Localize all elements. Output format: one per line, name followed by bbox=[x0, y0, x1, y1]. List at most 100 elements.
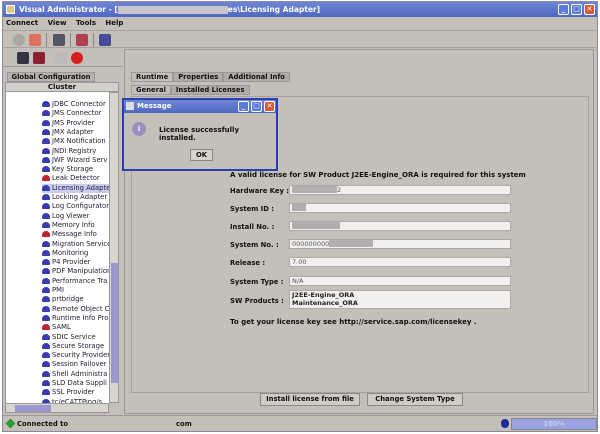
message-dialog: Message _ □ ✕ i License successfully ins… bbox=[122, 98, 278, 171]
tree-item[interactable]: JMX Adapter bbox=[42, 128, 94, 137]
run-icon[interactable] bbox=[55, 52, 67, 64]
tree-item-label: JMS Provider bbox=[52, 118, 95, 127]
tree-item[interactable]: Licensing Adapter bbox=[42, 183, 109, 193]
service-icon bbox=[42, 166, 50, 173]
system-id-field[interactable] bbox=[289, 203, 511, 213]
tree-item[interactable]: Leak Detector bbox=[42, 174, 100, 183]
tab-general[interactable]: General bbox=[131, 85, 171, 95]
tree-item[interactable]: Runtime Info Pro bbox=[42, 314, 108, 323]
service-icon bbox=[42, 342, 50, 349]
tree-item-label: JNDI Registry bbox=[52, 146, 97, 155]
menu-tools[interactable]: Tools bbox=[76, 19, 96, 27]
tab-runtime[interactable]: Runtime bbox=[131, 72, 174, 82]
tree-view2-icon[interactable] bbox=[33, 52, 45, 64]
menu-connect[interactable]: Connect bbox=[6, 19, 38, 27]
tree-item[interactable]: Remote Object C bbox=[42, 305, 109, 314]
tree-item[interactable]: JMS Connector bbox=[42, 109, 101, 118]
dialog-minimize-button[interactable]: _ bbox=[238, 101, 249, 112]
tree-item[interactable]: Performance Tra bbox=[42, 277, 107, 286]
sw-products-list[interactable]: J2EE-Engine_ORA Maintenance_ORA bbox=[289, 290, 511, 309]
service-icon bbox=[42, 314, 50, 321]
tree-item-label: Migration Service bbox=[52, 239, 109, 248]
tree-item[interactable]: SLD Data Suppli bbox=[42, 379, 107, 388]
title-bar: Visual Administrator - [es\Licensing Ada… bbox=[3, 2, 597, 17]
tree-item-label: Leak Detector bbox=[52, 174, 100, 183]
tree-item[interactable]: SAML bbox=[42, 323, 71, 332]
tree-item[interactable]: Locking Adapter bbox=[42, 193, 107, 202]
service-icon bbox=[42, 184, 50, 191]
tree-item[interactable]: Log Viewer bbox=[42, 212, 89, 221]
tree-horizontal-scrollbar[interactable] bbox=[5, 403, 109, 413]
service-icon bbox=[42, 389, 50, 396]
service-icon bbox=[42, 268, 50, 275]
tab-properties[interactable]: Properties bbox=[173, 72, 224, 82]
tree-item-label: SSL Provider bbox=[52, 388, 95, 397]
tree-item[interactable]: SSL Provider bbox=[42, 388, 95, 397]
service-icon bbox=[42, 138, 50, 145]
tree-vertical-scrollbar[interactable] bbox=[109, 92, 119, 403]
progress-bar: 100% bbox=[511, 418, 597, 430]
tree-item[interactable]: PDF Manipulation bbox=[42, 267, 109, 276]
tree-item[interactable]: JWF Wizard Serv bbox=[42, 156, 107, 165]
hardware-key-field[interactable]: 2 bbox=[289, 185, 511, 195]
tree-item[interactable]: Log Configurator bbox=[42, 202, 109, 211]
tree-item[interactable]: Message Info bbox=[42, 230, 97, 239]
tree-item-label: Remote Object C bbox=[52, 304, 109, 313]
book-icon[interactable] bbox=[99, 34, 111, 46]
tree-item[interactable]: Security Provider bbox=[42, 351, 109, 360]
connect-icon[interactable] bbox=[13, 34, 25, 46]
tree-item[interactable]: Migration Service bbox=[42, 240, 109, 249]
tree-item-label: P4 Provider bbox=[52, 258, 91, 267]
tree-item[interactable]: JMS Provider bbox=[42, 119, 94, 128]
tree-item[interactable]: Monitoring bbox=[42, 249, 88, 258]
tree-item[interactable]: JMX Notification bbox=[42, 137, 106, 146]
maximize-button[interactable]: □ bbox=[571, 4, 582, 15]
ok-button[interactable]: OK bbox=[190, 149, 213, 161]
service-icon bbox=[42, 175, 50, 182]
service-icon bbox=[42, 333, 50, 340]
service-icon bbox=[42, 240, 50, 247]
redacted-path bbox=[117, 6, 228, 14]
tree-item[interactable]: SDIC Service bbox=[42, 333, 96, 342]
main-window: Visual Administrator - [es\Licensing Ada… bbox=[2, 1, 598, 432]
tree-item[interactable]: P4 Provider bbox=[42, 258, 91, 267]
tree-item-label: JMS Connector bbox=[52, 109, 102, 118]
tree-item-label: prtbridge bbox=[52, 295, 84, 304]
info-icon: i bbox=[132, 122, 146, 136]
tree-item[interactable]: Session Failover bbox=[42, 360, 106, 369]
install-no-field[interactable] bbox=[289, 221, 511, 231]
tree-item[interactable]: PMI bbox=[42, 286, 64, 295]
tab-additional-info[interactable]: Additional Info bbox=[223, 72, 290, 82]
tree-item[interactable]: Shell Administra bbox=[42, 370, 107, 379]
install-license-button[interactable]: Install license from file bbox=[260, 393, 360, 406]
tree-view-icon[interactable] bbox=[17, 52, 29, 64]
tab-installed-licenses[interactable]: Installed Licenses bbox=[170, 85, 250, 95]
tree-item-label: Log Configurator bbox=[52, 202, 109, 211]
console-icon[interactable] bbox=[53, 34, 65, 46]
stop-icon[interactable] bbox=[71, 52, 83, 64]
info-icon[interactable] bbox=[501, 419, 509, 428]
tree-item[interactable]: JDBC Connector bbox=[42, 100, 106, 109]
system-type-field[interactable]: N/A bbox=[289, 276, 511, 286]
minimize-button[interactable]: _ bbox=[558, 4, 569, 15]
service-icon bbox=[42, 296, 50, 303]
dialog-maximize-button[interactable]: □ bbox=[251, 101, 262, 112]
release-field[interactable]: 7.00 bbox=[289, 257, 511, 267]
dialog-title: Message bbox=[137, 102, 172, 110]
tab-global-configuration[interactable]: Global Configuration bbox=[7, 72, 95, 82]
tree-item[interactable]: JNDI Registry bbox=[42, 147, 96, 156]
change-system-type-button[interactable]: Change System Type bbox=[367, 393, 463, 406]
service-icon bbox=[42, 119, 50, 126]
tree-item-label: JDBC Connector bbox=[52, 100, 106, 108]
dialog-close-button[interactable]: ✕ bbox=[264, 101, 275, 112]
menu-help[interactable]: Help bbox=[105, 19, 123, 27]
tree-item[interactable]: prtbridge bbox=[42, 295, 84, 304]
close-button[interactable]: ✕ bbox=[584, 4, 595, 15]
disconnect-icon[interactable] bbox=[29, 34, 41, 46]
tree-item[interactable]: Memory Info bbox=[42, 221, 95, 230]
exit-icon[interactable] bbox=[76, 34, 88, 46]
tree-item[interactable]: Secure Storage bbox=[42, 342, 104, 351]
tree-item[interactable]: Key Storage bbox=[42, 165, 93, 174]
menu-view[interactable]: View bbox=[48, 19, 67, 27]
system-no-field[interactable]: 000000000 bbox=[289, 239, 511, 249]
